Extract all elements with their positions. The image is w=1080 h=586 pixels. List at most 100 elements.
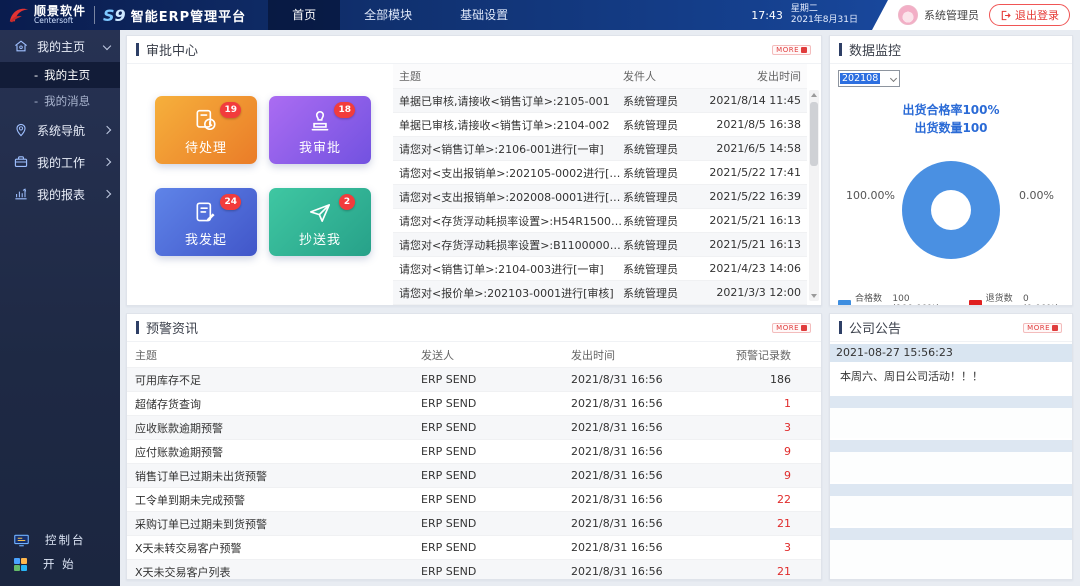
- logout-button[interactable]: 退出登录: [989, 4, 1070, 26]
- period-select[interactable]: 202108: [838, 70, 900, 87]
- alert-time: 2021/8/31 16:56: [571, 421, 663, 434]
- alert-subject: 采购订单已过期未到货预警: [135, 517, 267, 531]
- alert-subject: 销售订单已过期未出货预警: [135, 469, 267, 483]
- main-nav: 首页 全部模块 基础设置: [268, 0, 532, 30]
- approval-subject: 请您对<销售订单>:2104-003进行[一审]: [399, 262, 604, 276]
- alert-row[interactable]: 销售订单已过期未出货预警 ERP SEND 2021/8/31 16:56 9: [127, 464, 821, 488]
- approval-sender: 系统管理员: [623, 118, 678, 132]
- document-clock-icon: [193, 108, 219, 134]
- approval-row[interactable]: 请您对<支出报销单>:202105-0002进行[审核] 系统管理员 2021/…: [393, 161, 807, 185]
- announcement-empty: [830, 452, 1072, 482]
- alert-sender: ERP SEND: [421, 541, 477, 554]
- approval-more-button[interactable]: MORE: [772, 44, 811, 55]
- title-accent: [136, 321, 139, 334]
- announcements-more-button[interactable]: MORE: [1023, 322, 1062, 333]
- sidebar-subitem-my-messages[interactable]: 我的消息: [0, 88, 120, 114]
- alert-subject: 工令单到期未完成预警: [135, 493, 245, 507]
- approval-sender: 系统管理员: [623, 286, 678, 300]
- tile-my-approvals[interactable]: 18 我审批: [269, 96, 371, 164]
- approval-row[interactable]: 请您对<报价单>:202103-0001进行[审核] 系统管理员 2021/3/…: [393, 281, 807, 305]
- logout-label: 退出登录: [1015, 10, 1059, 22]
- user-avatar[interactable]: [898, 5, 918, 25]
- data-monitor-panel: 数据监控 202108 出货合格率100% 出货数量100 100.00% 0.…: [829, 35, 1073, 306]
- approval-row[interactable]: 请您对<支出报销单>:202008-0001进行[审核] 系统管理员 2021/…: [393, 185, 807, 209]
- sidebar-label: 我的报表: [37, 187, 86, 202]
- legend-swatch-blue: [838, 300, 851, 305]
- nav-base-settings[interactable]: 基础设置: [436, 0, 532, 30]
- alert-time: 2021/8/31 16:56: [571, 493, 663, 506]
- alert-row[interactable]: 应收账款逾期预警 ERP SEND 2021/8/31 16:56 3: [127, 416, 821, 440]
- alert-row[interactable]: 应付账款逾期预警 ERP SEND 2021/8/31 16:56 9: [127, 440, 821, 464]
- console-button[interactable]: 控制台: [0, 528, 120, 552]
- sidebar-item-my-reports[interactable]: 我的报表: [0, 178, 120, 210]
- alert-subject: X天未转交易客户预警: [135, 541, 242, 555]
- approval-row[interactable]: 单据已审核,请接收<销售订单>:2104-002 系统管理员 2021/8/5 …: [393, 113, 807, 137]
- approval-row[interactable]: 请您对<销售订单>:2104-003进行[一审] 系统管理员 2021/4/23…: [393, 257, 807, 281]
- sidebar-item-my-home[interactable]: 我的主页: [0, 30, 120, 62]
- sidebar-item-my-work[interactable]: 我的工作: [0, 146, 120, 178]
- announcement-content: 本周六、周日公司活动！！！: [830, 362, 1072, 394]
- scrollbar[interactable]: [809, 90, 819, 301]
- alerts-more-button[interactable]: MORE: [772, 322, 811, 333]
- alert-count: 1: [784, 397, 791, 410]
- legend-qualified: 合格数量 100 (100.00%): [838, 291, 955, 305]
- alert-time: 2021/8/31 16:56: [571, 541, 663, 554]
- approval-sender: 系统管理员: [623, 94, 678, 108]
- more-label: MORE: [1027, 323, 1050, 332]
- alert-row[interactable]: 超储存货查询 ERP SEND 2021/8/31 16:56 1: [127, 392, 821, 416]
- alert-row[interactable]: X天未转交易客户预警 ERP SEND 2021/8/31 16:56 3: [127, 536, 821, 560]
- col-count: 预警记录数: [736, 348, 791, 362]
- start-button[interactable]: 开 始: [0, 552, 120, 576]
- more-label: MORE: [776, 45, 799, 54]
- approval-row[interactable]: 请您对<销售订单>:2106-001进行[一审] 系统管理员 2021/6/5 …: [393, 137, 807, 161]
- approval-time: 2021/5/22 17:41: [709, 166, 801, 179]
- alert-row[interactable]: X天未交易客户列表 ERP SEND 2021/8/31 16:56 21: [127, 560, 821, 579]
- title-accent: [839, 321, 842, 334]
- donut-chart: 100.00% 0.00%: [838, 145, 1064, 275]
- console-label: 控制台: [45, 533, 86, 547]
- approval-rows: 单据已审核,请接收<销售订单>:2105-001 系统管理员 2021/8/14…: [393, 89, 807, 305]
- chevron-right-icon: [102, 157, 112, 167]
- alert-row[interactable]: 可用库存不足 ERP SEND 2021/8/31 16:56 186: [127, 368, 821, 392]
- alert-time: 2021/8/31 16:56: [571, 517, 663, 530]
- navigation-icon: [12, 122, 29, 139]
- title-accent: [136, 43, 139, 56]
- alert-row[interactable]: 采购订单已过期未到货预警 ERP SEND 2021/8/31 16:56 21: [127, 512, 821, 536]
- approval-tiles: 19 待处理 18 我审批 24 我发起 2 抄送我: [127, 64, 393, 305]
- approval-time: 2021/6/5 14:58: [716, 142, 801, 155]
- tile-cc-me[interactable]: 2 抄送我: [269, 188, 371, 256]
- approval-time: 2021/8/14 11:45: [709, 94, 801, 107]
- approval-sender: 系统管理员: [623, 238, 678, 252]
- announcement-divider: [830, 528, 1072, 540]
- approval-sender: 系统管理员: [623, 262, 678, 276]
- approval-row[interactable]: 请您对<存货浮动耗损率设置>:H54R15006002进行[审核] 系统管理员 …: [393, 209, 807, 233]
- tile-pending[interactable]: 19 待处理: [155, 96, 257, 164]
- approval-subject: 请您对<销售订单>:2106-001进行[一审]: [399, 142, 604, 156]
- logout-icon: [1001, 10, 1011, 20]
- scroll-down-icon[interactable]: [811, 294, 817, 298]
- nav-all-modules[interactable]: 全部模块: [340, 0, 436, 30]
- donut-ring: [902, 161, 1000, 259]
- document-edit-icon: [193, 200, 219, 226]
- scroll-up-icon[interactable]: [811, 93, 817, 97]
- announcement-divider: [830, 484, 1072, 496]
- chevron-down-icon: [102, 41, 112, 51]
- nav-home[interactable]: 首页: [268, 0, 341, 30]
- alert-row[interactable]: 工令单到期未完成预警 ERP SEND 2021/8/31 16:56 22: [127, 488, 821, 512]
- date: 2021年8月31日: [790, 15, 858, 25]
- announcement-date[interactable]: 2021-08-27 15:56:23: [830, 344, 1072, 362]
- legend-returned: 退货数量 0 (0.00%): [968, 291, 1064, 305]
- approval-row[interactable]: 单据已审核,请接收<销售订单>:2105-001 系统管理员 2021/8/14…: [393, 89, 807, 113]
- tile-my-initiated[interactable]: 24 我发起: [155, 188, 257, 256]
- tile-label: 我审批: [298, 141, 341, 156]
- approval-row[interactable]: 请您对<存货浮动耗损率设置>:B11000001进行[审核] 系统管理员 202…: [393, 233, 807, 257]
- col-time: 发出时间: [571, 348, 615, 362]
- approval-subject: 请您对<存货浮动耗损率设置>:H54R15006002进行[审核]: [399, 214, 623, 228]
- scroll-thumb[interactable]: [810, 102, 818, 166]
- announcements-title: 公司公告: [849, 322, 902, 337]
- alert-time: 2021/8/31 16:56: [571, 397, 663, 410]
- alert-count: 21: [777, 565, 791, 578]
- sidebar-item-system-nav[interactable]: 系统导航: [0, 114, 120, 146]
- chart-title: 出货合格率100% 出货数量100: [902, 103, 1000, 135]
- sidebar-subitem-my-home[interactable]: 我的主页: [0, 62, 120, 88]
